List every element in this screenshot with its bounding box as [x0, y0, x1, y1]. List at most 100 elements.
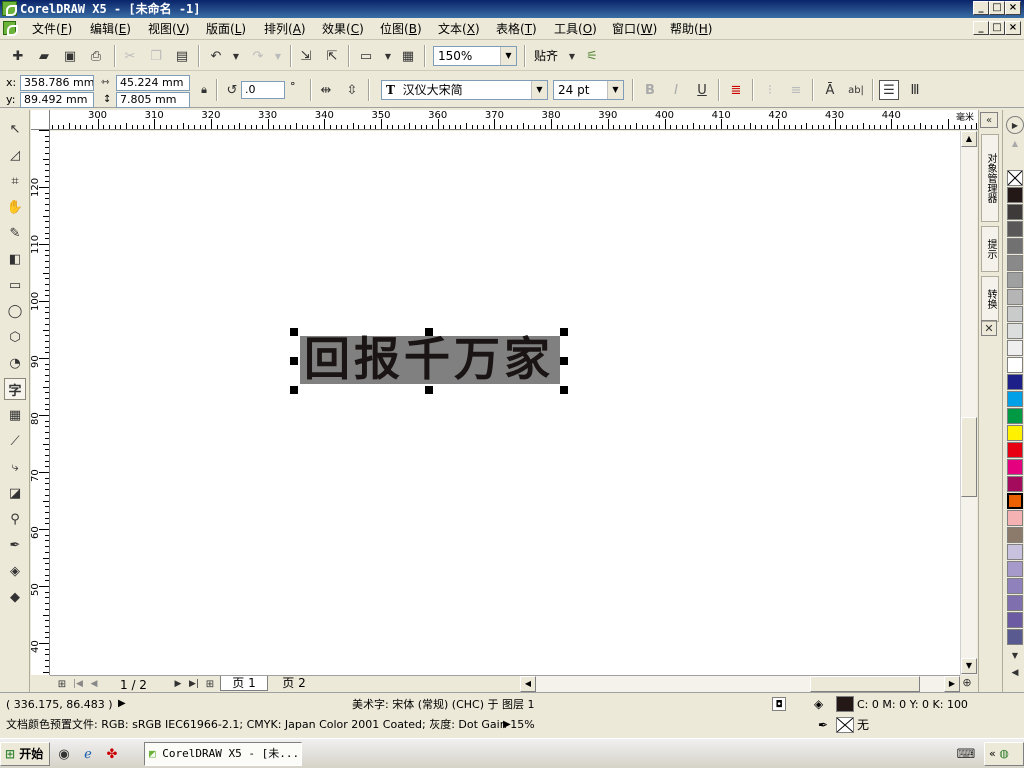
- text-tool-icon[interactable]: 字: [4, 378, 26, 400]
- application-launcher-icon[interactable]: ▭: [356, 46, 376, 66]
- ellipse-tool-icon[interactable]: ◯: [4, 300, 26, 322]
- color-swatch[interactable]: [1007, 459, 1023, 475]
- docker-tab-hints[interactable]: 提示: [981, 226, 999, 272]
- color-profile-info[interactable]: 文档颜色预置文件: RGB: sRGB IEC61966-2.1; CMYK: …: [6, 718, 535, 732]
- minimize-button[interactable]: _: [973, 1, 989, 15]
- crop-tool-icon[interactable]: ⌗: [4, 170, 26, 192]
- zoom-level-combo[interactable]: 150% ▼: [433, 46, 517, 66]
- document-icon[interactable]: [3, 21, 18, 36]
- close-button[interactable]: ×: [1005, 1, 1021, 15]
- color-swatch[interactable]: [1007, 476, 1023, 492]
- color-swatch[interactable]: [1007, 629, 1023, 645]
- view-icon[interactable]: ◘: [772, 697, 786, 711]
- selection-handle[interactable]: [560, 386, 568, 394]
- vertical-text-icon[interactable]: Ⅲ: [905, 80, 925, 100]
- coreldraw-app-icon[interactable]: [2, 1, 17, 16]
- menu-x[interactable]: 文本(X): [438, 21, 480, 37]
- doc-minimize-button[interactable]: _: [973, 21, 989, 35]
- text-align-icon[interactable]: ≣: [726, 80, 746, 100]
- color-swatch[interactable]: [1007, 391, 1023, 407]
- color-swatch[interactable]: [1007, 204, 1023, 220]
- previous-page-icon[interactable]: ◀: [84, 674, 104, 694]
- doc-close-button[interactable]: ×: [1005, 21, 1021, 35]
- selection-handle[interactable]: [560, 357, 568, 365]
- app-quicklaunch-icon[interactable]: ✤: [102, 744, 122, 764]
- open-folder-icon[interactable]: ▰: [34, 46, 54, 66]
- selection-handle[interactable]: [560, 328, 568, 336]
- rectangle-tool-icon[interactable]: ▭: [4, 274, 26, 296]
- save-icon[interactable]: ▣: [60, 46, 80, 66]
- color-swatch[interactable]: [1007, 323, 1023, 339]
- tab-page-1[interactable]: 页 1: [220, 676, 268, 691]
- color-swatch[interactable]: [1007, 272, 1023, 288]
- add-page-after-icon[interactable]: ⊞: [200, 674, 220, 694]
- eyedropper-tool-icon[interactable]: ⚲: [4, 508, 26, 530]
- menu-e[interactable]: 编辑(E): [90, 21, 131, 37]
- redo-dropdown-icon[interactable]: ▼: [268, 46, 288, 66]
- vertical-scrollbar[interactable]: ▲ ▼: [960, 131, 977, 675]
- shape-tool-icon[interactable]: ◿: [4, 144, 26, 166]
- snap-to-menu[interactable]: 贴齐: [534, 49, 558, 63]
- color-swatch[interactable]: [1007, 221, 1023, 237]
- doc-restore-button[interactable]: □: [989, 21, 1005, 35]
- chevron-down-icon[interactable]: ▼: [531, 81, 547, 99]
- tray-expand-icon[interactable]: «: [989, 747, 996, 760]
- pan-tool-icon[interactable]: ✋: [4, 196, 26, 218]
- interactive-fill-tool-icon[interactable]: ◆: [4, 586, 26, 608]
- print-icon[interactable]: ⎙: [86, 46, 106, 66]
- color-swatch[interactable]: [1007, 544, 1023, 560]
- drop-shadow-tool-icon[interactable]: ◪: [4, 482, 26, 504]
- start-button[interactable]: ⊞ 开始: [0, 742, 50, 766]
- artistic-text[interactable]: 回报千万家: [304, 329, 554, 389]
- menu-f[interactable]: 文件(F): [32, 21, 72, 37]
- fill-color-swatch[interactable]: [836, 696, 854, 712]
- y-position-field[interactable]: 89.492 mm: [20, 92, 94, 108]
- vertical-ruler[interactable]: 120 110 100 90 80 70 60 50 40: [31, 130, 50, 675]
- selection-handle[interactable]: [290, 386, 298, 394]
- color-swatch[interactable]: [1007, 578, 1023, 594]
- cut-icon[interactable]: ✂: [120, 46, 140, 66]
- ruler-origin-icon[interactable]: [31, 110, 50, 130]
- menu-l[interactable]: 版面(L): [206, 21, 246, 37]
- menu-h[interactable]: 帮助(H): [670, 21, 712, 37]
- palette-expand-icon[interactable]: ◀: [1007, 666, 1023, 680]
- docker-tab-object-manager[interactable]: 对象管理器: [981, 134, 999, 222]
- menu-t[interactable]: 表格(T): [496, 21, 537, 37]
- no-color-swatch[interactable]: [1007, 170, 1023, 186]
- chevron-down-icon[interactable]: ▼: [500, 47, 516, 65]
- profile-expand-icon[interactable]: ▶: [503, 718, 511, 732]
- edit-text-icon[interactable]: ab|: [846, 80, 866, 100]
- taskbar-coreldraw-button[interactable]: ◩ CorelDRAW X5 - [未...: [144, 742, 302, 766]
- bullet-list-icon[interactable]: ⁝: [760, 80, 780, 100]
- new-document-icon[interactable]: ✚: [8, 46, 28, 66]
- mirror-vertical-icon[interactable]: ⇳: [342, 80, 362, 100]
- horizontal-text-icon[interactable]: ☰: [879, 80, 899, 100]
- color-swatch[interactable]: [1007, 374, 1023, 390]
- color-swatch[interactable]: [1007, 442, 1023, 458]
- color-swatch[interactable]: [1007, 561, 1023, 577]
- menu-b[interactable]: 位图(B): [380, 21, 422, 37]
- basic-shapes-tool-icon[interactable]: ◔: [4, 352, 26, 374]
- italic-icon[interactable]: I: [666, 80, 686, 100]
- color-swatch[interactable]: [1007, 493, 1023, 509]
- lock-ratio-icon[interactable]: 🔒︎: [194, 80, 214, 100]
- palette-scroll-up-icon[interactable]: ▲: [1007, 136, 1023, 150]
- width-field[interactable]: 45.224 mm: [116, 75, 190, 91]
- close-docker-icon[interactable]: ✕: [981, 320, 997, 336]
- vertical-scroll-thumb[interactable]: [961, 417, 977, 497]
- color-swatch[interactable]: [1007, 595, 1023, 611]
- chevron-down-icon[interactable]: ▼: [607, 81, 623, 99]
- color-swatch[interactable]: [1007, 187, 1023, 203]
- outline-pen-tool-icon[interactable]: ✒: [4, 534, 26, 556]
- fill-tool-icon[interactable]: ◈: [4, 560, 26, 582]
- height-field[interactable]: 7.805 mm: [116, 92, 190, 108]
- color-swatch[interactable]: [1007, 425, 1023, 441]
- color-swatch[interactable]: [1007, 527, 1023, 543]
- font-size-combo[interactable]: 24 pt ▼: [553, 80, 624, 100]
- table-tool-icon[interactable]: ▦: [4, 404, 26, 426]
- drop-cap-icon[interactable]: ≡: [786, 80, 806, 100]
- keyboard-tray-icon[interactable]: ⌨: [956, 744, 976, 764]
- selection-handle[interactable]: [290, 328, 298, 336]
- options-icon[interactable]: ⚟: [582, 46, 602, 66]
- undo-dropdown-icon[interactable]: ▼: [226, 46, 246, 66]
